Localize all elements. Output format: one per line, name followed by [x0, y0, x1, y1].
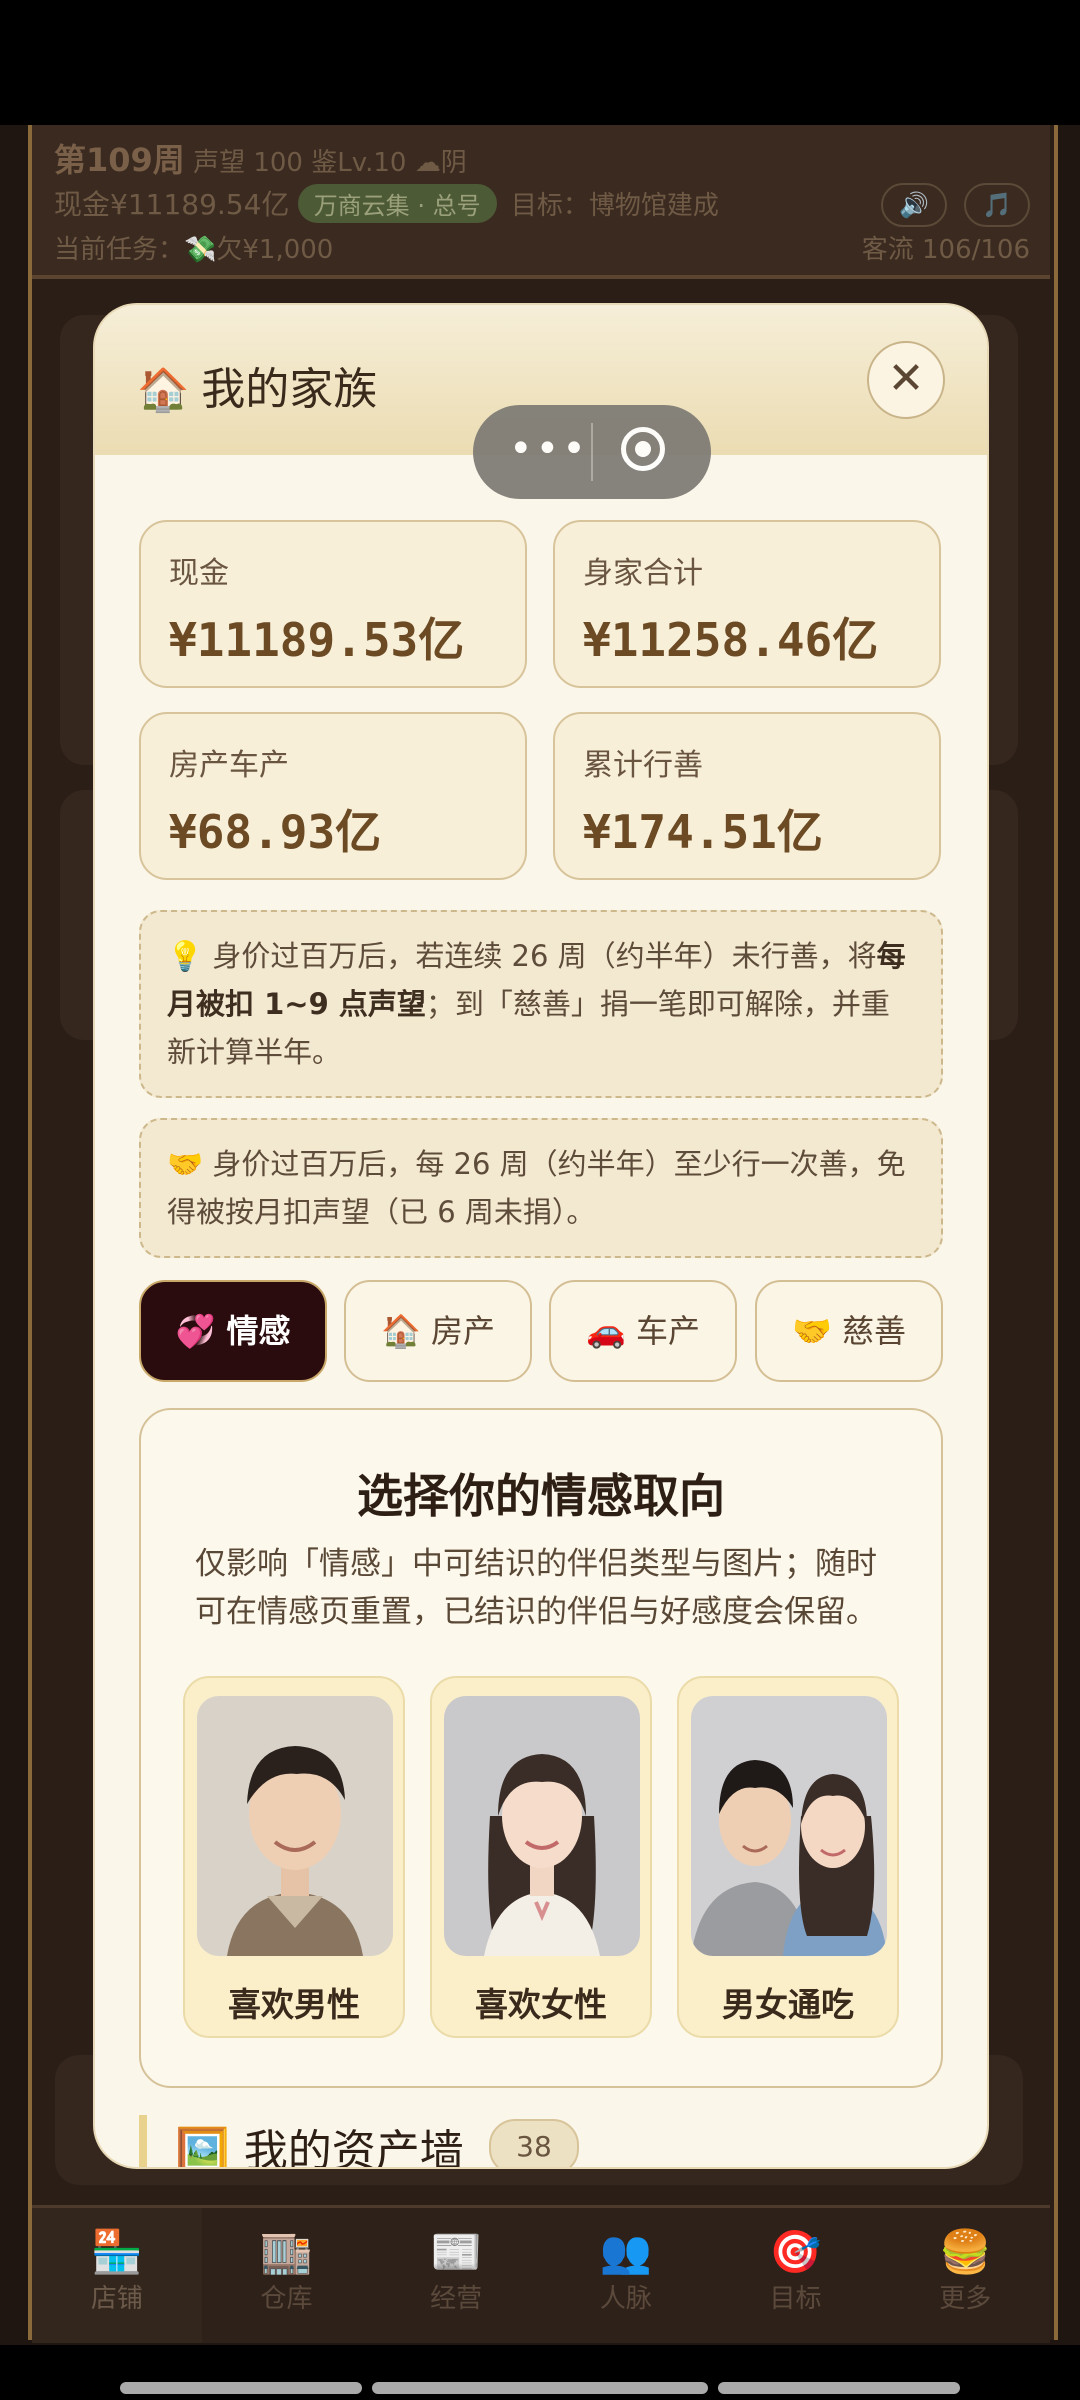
nav-label: 经营 — [430, 2284, 483, 2314]
nav-goals[interactable]: 🎯 目标 — [711, 2208, 881, 2343]
goal-label: 目标：博物馆建成 — [510, 191, 719, 221]
car-icon: 🚗 — [585, 1312, 626, 1350]
exit-target-icon[interactable] — [621, 427, 665, 471]
tab-label: 慈善 — [842, 1312, 907, 1350]
choice-both[interactable]: 男女通吃 — [677, 1676, 899, 2038]
tab-label: 房产 — [431, 1312, 496, 1350]
tab-charity[interactable]: 🤝 慈善 — [755, 1280, 943, 1382]
tab-property[interactable]: 🏠 房产 — [344, 1280, 532, 1382]
reputation-warning: 💡 身价过百万后，若连续 26 周（约半年）未行善，将每月被扣 1~9 点声望；… — [139, 910, 943, 1098]
family-tabs: 💞 情感 🏠 房产 🚗 车产 🤝 慈善 — [139, 1280, 943, 1382]
modal-title: 🏠 我的家族 — [137, 353, 377, 417]
nav-business[interactable]: 📰 经营 — [371, 2208, 541, 2343]
level-label: 鉴Lv.10 — [311, 148, 407, 178]
capsule-divider — [591, 423, 593, 481]
nav-label: 人脉 — [599, 2284, 652, 2314]
orientation-desc: 仅影响「情感」中可结识的伴侣类型与图片；随时可在情感页重置，已结识的伴侣与好感度… — [195, 1546, 877, 1630]
charity-reminder: 🤝 身价过百万后，每 26 周（约半年）至少行一次善，免得被按月扣声望（已 6 … — [139, 1118, 943, 1258]
audio-controls: 🔊 🎵 — [869, 183, 1030, 227]
gesture-bar — [718, 2382, 960, 2394]
cash-label: 现金¥11189.54亿 — [54, 188, 290, 221]
nav-label: 更多 — [939, 2284, 992, 2314]
stat-value: ¥68.93亿 — [169, 805, 382, 859]
nav-more[interactable]: 🍔 更多 — [880, 2208, 1050, 2343]
weather-label: ☁阴 — [414, 148, 467, 178]
nav-shop[interactable]: 🏪 店铺 — [32, 2208, 202, 2343]
section-accent-bar — [139, 2115, 147, 2167]
tab-label: 车产 — [636, 1312, 701, 1350]
reminder-text: 身价过百万后，每 26 周（约半年）至少行一次善，免得被按月扣声望（已 6 周未… — [167, 1147, 906, 1229]
bottom-nav: 🏪 店铺 🏬 仓库 📰 经营 👥 人脉 🎯 目标 🍔 更多 — [32, 2205, 1050, 2343]
couple-portrait — [691, 1696, 887, 1956]
cash-row: 现金¥11189.54亿 万商云集 · 总号 目标：博物馆建成 — [54, 183, 719, 223]
nav-label: 目标 — [769, 2284, 822, 2314]
stat-label: 现金 — [169, 556, 229, 591]
tab-label: 情感 — [226, 1312, 291, 1350]
modal-title-text: 我的家族 — [201, 364, 378, 415]
choice-label: 喜欢男性 — [228, 1985, 360, 2024]
family-modal: 🏠 我的家族 ✕ ••• 现金 ¥11189.53亿 身家合计 ¥11258.46… — [95, 305, 987, 2167]
orientation-card: 选择你的情感取向 仅影响「情感」中可结识的伴侣类型与图片；随时可在情感页重置，已… — [139, 1408, 943, 2088]
stat-label: 房产车产 — [169, 748, 289, 783]
close-button[interactable]: ✕ — [867, 341, 945, 419]
asset-count-badge: 38 — [489, 2119, 579, 2167]
hearts-icon: 💞 — [175, 1312, 216, 1350]
choice-label: 喜欢女性 — [475, 1985, 607, 2024]
handshake-icon: 🤝 — [791, 1312, 832, 1350]
stat-cash: 现金 ¥11189.53亿 — [139, 520, 527, 688]
gesture-bar — [372, 2382, 708, 2394]
target-icon: 🎯 — [769, 2227, 822, 2276]
nav-warehouse[interactable]: 🏬 仓库 — [202, 2208, 372, 2343]
handshake-icon: 🤝 — [167, 1147, 204, 1181]
house-icon: 🏠 — [137, 365, 190, 414]
nav-contacts[interactable]: 👥 人脉 — [541, 2208, 711, 2343]
warning-text-pre: 身价过百万后，若连续 26 周（约半年）未行善，将 — [212, 939, 877, 973]
status-header: 第109周 声望 100 鉴Lv.10 ☁阴 现金¥11189.54亿 万商云集… — [32, 125, 1050, 279]
nav-label: 仓库 — [260, 2284, 313, 2314]
shop-icon: 🏪 — [90, 2227, 143, 2276]
more-dots-icon[interactable]: ••• — [509, 429, 589, 469]
sound-button[interactable]: 🔊 — [880, 183, 947, 227]
stat-value: ¥174.51亿 — [583, 805, 823, 859]
picture-icon: 🖼️ — [175, 2126, 230, 2167]
week-label: 第109周 — [54, 141, 185, 179]
stat-net-worth: 身家合计 ¥11258.46亿 — [553, 520, 941, 688]
orientation-title: 选择你的情感取向 — [357, 1469, 725, 1523]
reputation-label: 声望 100 — [193, 148, 303, 178]
task-row: 当前任务：💸欠¥1,000 — [54, 229, 333, 266]
tab-emotion[interactable]: 💞 情感 — [139, 1280, 327, 1382]
stat-value: ¥11258.46亿 — [583, 613, 879, 667]
female-portrait — [444, 1696, 640, 1956]
gesture-bar — [120, 2382, 362, 2394]
choice-label: 男女通吃 — [722, 1985, 854, 2024]
male-portrait — [197, 1696, 393, 1956]
lightbulb-icon: 💡 — [167, 939, 204, 973]
asset-wall-title: 🖼️ 我的资产墙 — [175, 2115, 464, 2167]
traffic-label: 客流 106/106 — [861, 235, 1030, 265]
choice-female[interactable]: 喜欢女性 — [430, 1676, 652, 2038]
shop-tag[interactable]: 万商云集 · 总号 — [297, 184, 497, 223]
stat-value: ¥11189.53亿 — [169, 613, 465, 667]
tab-vehicles[interactable]: 🚗 车产 — [549, 1280, 737, 1382]
task-label: 当前任务：💸欠¥1,000 — [54, 235, 334, 265]
week-row: 第109周 声望 100 鉴Lv.10 ☁阴 — [54, 135, 467, 181]
more-icon: 🍔 — [939, 2227, 992, 2276]
warehouse-icon: 🏬 — [260, 2227, 313, 2276]
newspaper-icon: 📰 — [430, 2227, 483, 2276]
people-icon: 👥 — [599, 2227, 652, 2276]
stat-label: 身家合计 — [583, 556, 703, 591]
nav-label: 店铺 — [90, 2284, 143, 2314]
miniprogram-capsule: ••• — [473, 405, 711, 499]
choice-male[interactable]: 喜欢男性 — [183, 1676, 405, 2038]
stat-label: 累计行善 — [583, 748, 703, 783]
music-button[interactable]: 🎵 — [964, 183, 1030, 227]
stat-property: 房产车产 ¥68.93亿 — [139, 712, 527, 880]
asset-wall-title-text: 我的资产墙 — [243, 2126, 464, 2167]
house-icon: 🏠 — [380, 1312, 421, 1350]
stat-charity: 累计行善 ¥174.51亿 — [553, 712, 941, 880]
